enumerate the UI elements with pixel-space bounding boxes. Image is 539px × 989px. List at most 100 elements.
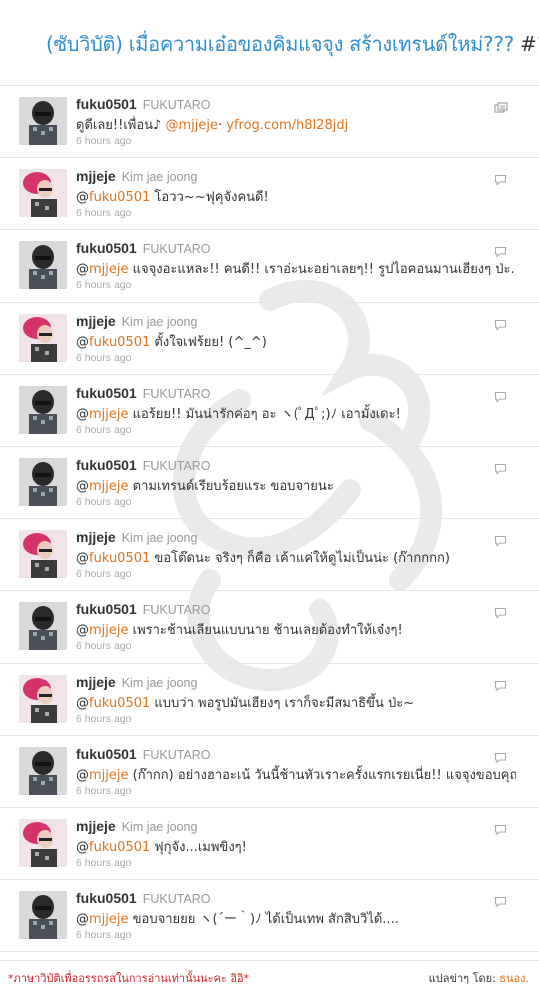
screen-name[interactable]: fuku0501 <box>76 240 137 256</box>
url-link[interactable]: yfrog.com/h8l28jdj <box>226 118 348 133</box>
screen-name[interactable]: mjjeje <box>76 168 116 184</box>
screen-name[interactable]: fuku0501 <box>76 457 137 473</box>
real-name: Kim jae joong <box>121 819 198 834</box>
tweet-text: @fuku0501 แบบว่า พอรูปมันเฮียงๆ เราก็จะม… <box>76 692 414 713</box>
reply-icon[interactable] <box>494 604 507 619</box>
timestamp[interactable]: 6 hours ago <box>76 568 131 580</box>
reply-icon[interactable] <box>494 171 507 186</box>
screen-name[interactable]: mjjeje <box>76 529 116 545</box>
tweet-user-line: fuku0501 FUKUTARO <box>76 746 211 762</box>
tweet-user-line: fuku0501 FUKUTARO <box>76 890 211 906</box>
mention-link[interactable]: mjjeje <box>89 262 129 277</box>
tweet-text-segment: (ก๊ากก) อย่างฮาอะเน้ วันนี้ช้านหัวเราะคร… <box>128 767 516 783</box>
title-bar: (ซับวิบัติ) เมื่อความเอ๋อของคิมแจจุง สร้… <box>0 0 539 86</box>
reply-icon[interactable] <box>494 316 507 331</box>
tweet-text-segment: ขอบจายยย ヽ(´ー｀)ﾉ ได้เป็นเทพ สักสิบวิได้.… <box>128 912 399 928</box>
mention-link[interactable]: mjjeje <box>89 912 129 927</box>
tweet-text-segment: @ <box>76 262 89 278</box>
tweet-text: @mjjeje แอร้ยย!! มันน่ารักค่อๆ อะ ヽ(ﾟДﾟ;… <box>76 403 401 424</box>
mention-link[interactable]: fuku0501 <box>89 551 150 566</box>
timestamp[interactable]: 6 hours ago <box>76 352 131 364</box>
reply-icon[interactable] <box>494 749 507 764</box>
tweet-text-segment: @ <box>76 190 89 206</box>
reply-icon[interactable] <box>494 821 507 836</box>
tweet-text-segment: @ <box>76 912 89 928</box>
credit-name[interactable]: ธนอง. <box>499 972 529 985</box>
timestamp[interactable]: 6 hours ago <box>76 135 131 147</box>
real-name: FUKUTARO <box>142 747 211 762</box>
mention-link[interactable]: fuku0501 <box>89 696 150 711</box>
tweet-row: mjjeje Kim jae joong @fuku0501 ตั้งใจเฟร้ย… <box>0 303 539 375</box>
reply-icon[interactable] <box>494 893 507 908</box>
reply-icon[interactable] <box>494 460 507 475</box>
timestamp[interactable]: 6 hours ago <box>76 857 131 869</box>
timestamp[interactable]: 6 hours ago <box>76 929 131 941</box>
timestamp[interactable]: 6 hours ago <box>76 640 131 652</box>
screen-name[interactable]: mjjeje <box>76 674 116 690</box>
tweet-row: mjjeje Kim jae joong @fuku0501 แบบว่า พอรู… <box>0 664 539 736</box>
real-name: FUKUTARO <box>142 98 211 112</box>
real-name: FUKUTARO <box>142 242 211 257</box>
avatar[interactable] <box>19 746 67 795</box>
screen-name[interactable]: fuku0501 <box>76 746 137 762</box>
avatar[interactable] <box>19 602 67 651</box>
page-title-text: (ซับวิบัติ) เมื่อความเอ๋อของคิมแจจุง สร้… <box>46 32 514 56</box>
tweet-text-segment: · <box>217 118 227 133</box>
translator-credit: แปลข่าๆ โดย: ธนอง. <box>429 969 529 987</box>
retweet-icon[interactable] <box>494 99 508 113</box>
mention-link[interactable]: fuku0501 <box>89 840 150 855</box>
avatar[interactable] <box>19 891 67 940</box>
credit-label: แปลข่าๆ โดย: <box>428 972 500 985</box>
mention-link[interactable]: @ <box>165 118 178 133</box>
mention-link[interactable]: fuku0501 <box>89 190 150 205</box>
mention-link[interactable]: mjjeje <box>89 768 129 783</box>
mention-link[interactable]: mjjeje <box>89 623 129 638</box>
tweet-text: @mjjeje เพราะช้านเลียนแบบนาย ช้านเลยต้อง… <box>76 619 403 640</box>
timestamp[interactable]: 6 hours ago <box>76 424 131 436</box>
timestamp[interactable]: 6 hours ago <box>76 496 131 508</box>
mention-link[interactable]: fuku0501 <box>89 335 150 350</box>
tweet-row: fuku0501 FUKUTARO @mjjeje ขอบจายยย ヽ(´ー｀)ﾉ… <box>0 880 539 953</box>
avatar[interactable] <box>19 169 67 218</box>
screen-name[interactable]: mjjeje <box>76 818 116 834</box>
mention-link[interactable]: mjjeje <box>89 479 129 494</box>
tweet-text: @fuku0501 ตั้งใจเฟร้ยย! (^_^) <box>76 331 267 352</box>
avatar[interactable] <box>19 241 67 290</box>
real-name: FUKUTARO <box>142 458 211 473</box>
avatar[interactable] <box>19 313 67 362</box>
tweet-text-segment: แบบว่า พอรูปมันเฮียงๆ เราก็จะมีสมาธิขึ้น… <box>150 695 415 711</box>
reply-icon[interactable] <box>494 388 507 403</box>
avatar[interactable] <box>19 530 67 579</box>
mention-link[interactable]: mjjeje <box>89 407 129 422</box>
mention-link[interactable]: mjjeje <box>178 118 218 133</box>
avatar[interactable] <box>19 457 67 506</box>
tweet-text-segment: แจจุงอะแหละ!! คนดี!! เราอ่ะนะอย่าเลยๆ!! … <box>128 262 516 278</box>
tweet-text-segment: @ <box>76 695 89 711</box>
reply-icon[interactable] <box>494 532 507 547</box>
tweet-text: @fuku0501 โอวว~~ฟุคุจังคนดี! <box>76 186 269 207</box>
tweet-feed: fuku0501 FUKUTARO ดูดีเลย!!เพื่อน♪ @mjjeje… <box>0 86 539 953</box>
screen-name[interactable]: fuku0501 <box>76 96 137 112</box>
screen-name[interactable]: fuku0501 <box>76 385 137 401</box>
avatar[interactable] <box>19 674 67 723</box>
screen-name[interactable]: mjjeje <box>76 313 116 329</box>
avatar[interactable] <box>19 385 67 434</box>
real-name: FUKUTARO <box>142 603 211 618</box>
avatar[interactable] <box>19 818 67 867</box>
tweet-text-segment: @ <box>76 767 89 783</box>
timestamp[interactable]: 6 hours ago <box>76 207 131 219</box>
tweet-row: fuku0501 FUKUTARO @mjjeje ตามเทรนด์เรียบร้… <box>0 447 539 520</box>
tweet-text: @fuku0501 ฟุกุจัง...เมพขิงๆ! <box>76 836 247 857</box>
screen-name[interactable]: fuku0501 <box>76 890 137 906</box>
timestamp[interactable]: 6 hours ago <box>76 713 131 725</box>
timestamp[interactable]: 6 hours ago <box>76 785 131 797</box>
screen-name[interactable]: fuku0501 <box>76 601 137 617</box>
tweet-text: @mjjeje แจจุงอะแหละ!! คนดี!! เราอ่ะนะอย่… <box>76 258 516 279</box>
reply-icon[interactable] <box>494 677 507 692</box>
timestamp[interactable]: 6 hours ago <box>76 279 131 291</box>
tweet-text-segment: @ <box>76 551 89 567</box>
tweet-text-segment: @ <box>76 839 89 855</box>
reply-icon[interactable] <box>494 243 507 259</box>
real-name: Kim jae joong <box>121 314 198 329</box>
avatar[interactable] <box>19 97 67 145</box>
